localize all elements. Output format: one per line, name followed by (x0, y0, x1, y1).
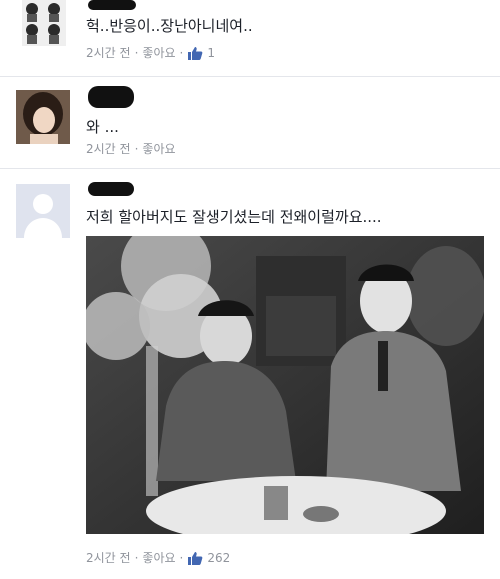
comment-time[interactable]: 2시간 전 (86, 44, 131, 61)
comment-time[interactable]: 2시간 전 (86, 140, 131, 157)
comment-1: 헉..반응이..장난아니네여.. 2시간 전 · 좋아요 · 1 (0, 0, 500, 78)
attached-photo[interactable] (86, 236, 484, 534)
like-link[interactable]: 좋아요 (142, 140, 175, 157)
comment-2: 와 ... 2시간 전 · 좋아요 (0, 80, 500, 170)
thumbs-up-icon[interactable] (187, 45, 203, 60)
comment-meta: 2시간 전 · 좋아요 · 1 (86, 44, 215, 61)
divider (0, 76, 500, 77)
avatar[interactable] (22, 0, 66, 46)
thumbs-up-icon[interactable] (187, 550, 203, 565)
avatar[interactable] (16, 90, 70, 144)
like-count[interactable]: 262 (207, 551, 230, 565)
separator: · (179, 45, 184, 60)
comment-text: 와 ... (86, 118, 119, 136)
separator: · (134, 141, 139, 156)
comment-meta: 2시간 전 · 좋아요 · 262 (86, 549, 230, 566)
redacted-name (88, 182, 134, 196)
redacted-name (88, 0, 136, 10)
like-link[interactable]: 좋아요 (142, 44, 175, 61)
like-count[interactable]: 1 (207, 46, 215, 60)
comment-time[interactable]: 2시간 전 (86, 549, 131, 566)
redacted-name (88, 86, 134, 108)
divider (0, 168, 500, 169)
separator: · (134, 550, 139, 565)
comment-meta: 2시간 전 · 좋아요 (86, 140, 176, 157)
default-user-icon[interactable] (16, 184, 70, 238)
separator: · (134, 45, 139, 60)
comment-text: 저희 할아버지도 잘생기셨는데 전왜이럴까요.... (86, 208, 382, 226)
comment-text: 헉..반응이..장난아니네여.. (86, 17, 253, 35)
like-link[interactable]: 좋아요 (142, 549, 175, 566)
separator: · (179, 550, 184, 565)
